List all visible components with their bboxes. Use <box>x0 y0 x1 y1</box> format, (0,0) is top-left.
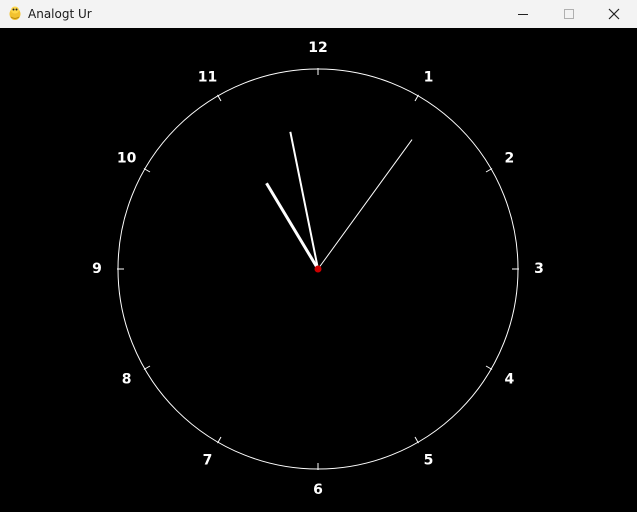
python-snake-icon <box>9 6 21 20</box>
hour-numeral: 7 <box>203 452 213 468</box>
hour-numeral: 6 <box>313 482 323 498</box>
hour-tick <box>485 168 493 173</box>
hour-tick <box>143 168 151 173</box>
hour-numeral: 5 <box>424 452 434 468</box>
hour-tick <box>414 436 419 444</box>
hour-numeral: 4 <box>505 372 515 388</box>
hour-numeral: 11 <box>198 70 217 86</box>
hour-numeral: 12 <box>308 40 327 56</box>
hour-numeral: 2 <box>505 151 515 167</box>
app-window: Analogt Ur 12 1 2 3 4 5 6 7 8 9 10 11 <box>0 0 637 512</box>
hour-numeral: 10 <box>117 151 137 167</box>
hour-numeral: 1 <box>424 70 434 86</box>
clock-canvas: 12 1 2 3 4 5 6 7 8 9 10 11 <box>0 28 637 512</box>
hour-tick <box>414 94 419 102</box>
close-icon <box>608 8 620 20</box>
maximize-icon <box>564 9 574 19</box>
analog-clock: 121234567891011 <box>92 40 544 498</box>
minimize-button[interactable] <box>500 0 546 28</box>
hour-tick <box>485 365 493 370</box>
hour-tick <box>143 365 151 370</box>
maximize-button[interactable] <box>546 0 592 28</box>
hour-tick <box>217 436 222 444</box>
center-dot <box>314 265 322 273</box>
window-title: Analogt Ur <box>28 7 92 21</box>
hour-numeral: 8 <box>122 372 132 388</box>
hour-numeral: 9 <box>92 261 102 277</box>
hour-tick <box>217 94 222 102</box>
title-bar[interactable]: Analogt Ur <box>0 0 637 28</box>
hour-numeral: 3 <box>534 261 544 277</box>
minimize-icon <box>518 14 528 15</box>
second-hand <box>317 139 413 270</box>
close-button[interactable] <box>591 0 637 28</box>
